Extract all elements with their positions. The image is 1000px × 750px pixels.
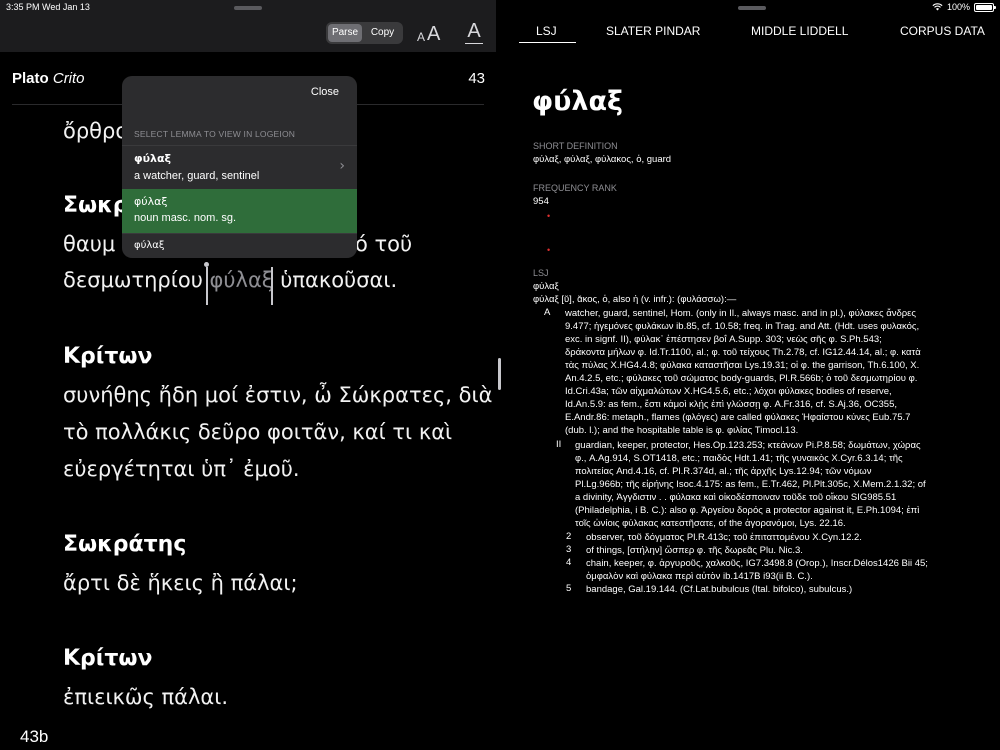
frequency-rank: 954	[533, 196, 549, 207]
entry-line: guardian, keeper, protector, Hes.Op.123.…	[575, 440, 921, 451]
text-line[interactable]: ὄρθρο	[63, 119, 128, 143]
section-marker: 43b	[20, 727, 49, 746]
sub-sense-number: 2	[566, 531, 572, 542]
chart-marker: •	[547, 245, 551, 255]
tab-middle-liddell[interactable]: MIDDLE LIDDELL	[751, 24, 848, 38]
battery-percent: 100%	[946, 2, 970, 12]
lsj-label: LSJ	[533, 268, 549, 278]
text-line[interactable]: τὸ πολλάκις δεῦρο φοιτᾶν, καί τι καὶ	[63, 420, 452, 444]
lemma-option-selected[interactable]: φύλαξ noun masc. nom. sg.	[122, 189, 357, 233]
sub-sense-text: of things, [στήλην] ὥσπερ φ. τῆς δωρεᾶς …	[586, 545, 803, 556]
text-line[interactable]: συνήθης ἤδη μοί ἐστιν, ὦ Σώκρατες, διὰ	[63, 383, 492, 407]
chevron-right-icon: ›	[339, 158, 345, 174]
work-title: Plato Crito	[12, 70, 85, 87]
frequency-label: FREQUENCY RANK	[533, 183, 617, 193]
text-line[interactable]: θαυμ	[63, 232, 115, 256]
entry-line: Id.An.5.9: as fem., ἔστι κἀμοὶ κλῄς ἐπὶ …	[565, 399, 897, 410]
speaker-name: Κρίτων	[63, 344, 153, 369]
entry-line: exc. in signf. II), φύλακ᾽ ἐπέστησεν βοΐ…	[565, 334, 882, 345]
sub-sense-number: 4	[566, 557, 572, 568]
speaker-name: Σωκρ	[63, 193, 129, 218]
entry-line: δράκοντα μήλων φ. Id.Tr.1100, al.; φ. το…	[565, 347, 921, 358]
tab-corpus-data[interactable]: CORPUS DATA	[900, 24, 985, 38]
short-definition: φύλαξ, φύλαξ, φύλακος, ὁ, guard	[533, 154, 672, 165]
lemma-popover: Close SELECT LEMMA TO VIEW IN LOGEION φύ…	[122, 76, 357, 258]
dictionary-pane: 100% LSJ SLATER PINDAR MIDDLE LIDDELL CO…	[500, 0, 1000, 750]
lsj-headline: φύλαξ [ῠ], ᾰκος, ὁ, also ἡ (v. infr.): (…	[533, 294, 737, 305]
entry-line: E.Andr.86: metaph., flames (φλόγες) are …	[565, 412, 911, 423]
text-style-icon[interactable]: A	[464, 20, 484, 46]
selection-caret-end[interactable]	[271, 267, 273, 305]
lemma-option[interactable]: φύλαξ a watcher, guard, sentinel ›	[122, 145, 357, 189]
battery-icon	[974, 2, 996, 12]
selection-caret-start[interactable]	[206, 267, 208, 305]
sub-sense-text: ὀμφαλὸν καὶ φύλακα περὶ αὐτὸν ib.1417B i…	[586, 571, 813, 582]
entry-line: Pl.Lg.966b; τῆς εἰρήνης Isoc.4.175: as f…	[575, 479, 926, 490]
status-time: 3:35 PM Wed Jan 13	[6, 2, 90, 12]
close-button[interactable]: Close	[311, 86, 339, 98]
short-definition-label: SHORT DEFINITION	[533, 141, 618, 151]
entry-line: φ., A.Ag.914, S.OT1418, etc.; παιδὸς Hdt…	[575, 453, 903, 464]
entry-line: a divinity, Ἀγγδιστιν . . φύλακα καὶ οἰκ…	[575, 492, 897, 503]
entry-line: watcher, guard, sentinel, Hom. (only in …	[565, 308, 916, 319]
scrollbar-thumb[interactable]	[498, 358, 501, 390]
text-line[interactable]: δεσμωτηρίου φύλαξ ὑπακοῦσαι.	[63, 268, 397, 292]
entry-line: (dub. l.); and the hospitable table is φ…	[565, 425, 799, 436]
entry-line: An.4.2.5, etc.; φύλακες τοῦ σώματος body…	[565, 373, 918, 384]
page-number: 43	[468, 70, 485, 87]
speaker-name: Σωκράτης	[63, 532, 187, 557]
entry-line: τὰς πύλας X.HG4.4.8; φύλακα καταστῆσαι L…	[565, 360, 920, 371]
parse-button[interactable]: Parse	[328, 24, 362, 42]
entry-line: τοῖς ὠνίοις φύλακας κατεστῆσατε, of the …	[575, 518, 846, 529]
text-line[interactable]: ἄρτι δὲ ἥκεις ἢ πάλαι;	[63, 571, 298, 595]
chart-marker: •	[547, 211, 551, 221]
sense-marker: A	[544, 307, 551, 318]
sub-sense-text: bandage, Gal.19.144. (Cf.Lat.bubulcus (I…	[586, 584, 853, 595]
multitask-handle[interactable]	[738, 6, 766, 10]
reader-pane: 3:35 PM Wed Jan 13 Parse Copy AA A Plato…	[0, 0, 496, 750]
sub-sense-number: 5	[566, 583, 572, 594]
tab-lsj[interactable]: LSJ	[536, 24, 557, 38]
lsj-headword: φύλαξ	[533, 281, 559, 292]
entry-line: (Philadelphia, i B. C.): also φ. Ἀργείου…	[575, 505, 920, 516]
sense-marker: II	[556, 439, 562, 450]
selected-word[interactable]: φύλαξ	[210, 268, 274, 292]
entry-line: πολιτείας And.4.16, cf. Pl.R.374d, al.; …	[575, 466, 872, 477]
entry-line: Id.Cri.43a; τῶν αἰχμαλώτων X.HG4.5.6, et…	[565, 386, 892, 397]
lemma-option[interactable]: φύλαξ	[122, 233, 357, 258]
reader-toolbar: 3:35 PM Wed Jan 13 Parse Copy AA A	[0, 0, 496, 52]
font-size-icon[interactable]: AA	[417, 22, 445, 46]
status-bar-right: 100%	[932, 2, 996, 12]
copy-button[interactable]: Copy	[364, 24, 401, 42]
speaker-name: Κρίτων	[63, 646, 153, 671]
sub-sense-number: 3	[566, 544, 572, 555]
tab-slater-pindar[interactable]: SLATER PINDAR	[606, 24, 700, 38]
text-line[interactable]: ἐπιεικῶς πάλαι.	[63, 685, 228, 709]
wifi-icon	[932, 3, 943, 11]
text-line[interactable]: εὐεργέτηται ὑπ᾽ ἐμοῦ.	[63, 457, 300, 481]
multitask-handle[interactable]	[234, 6, 262, 10]
sub-sense-text: observer, τοῦ δόγματος Pl.R.413c; τοῦ ἐπ…	[586, 532, 862, 543]
entry-title: φύλαξ	[532, 86, 623, 117]
entry-line: 9.477; ἡγεμόνες φυλάκων ib.85, cf. 10.58…	[565, 321, 920, 332]
popover-header: SELECT LEMMA TO VIEW IN LOGEION	[134, 129, 296, 139]
active-tab-indicator	[519, 42, 576, 43]
parse-copy-segmented-control: Parse Copy	[326, 22, 403, 44]
sub-sense-text: chain, keeper, φ. ἀργυροῦς, χαλκοῦς, IG7…	[586, 558, 928, 569]
text-line[interactable]: ό τοῦ	[355, 232, 412, 256]
